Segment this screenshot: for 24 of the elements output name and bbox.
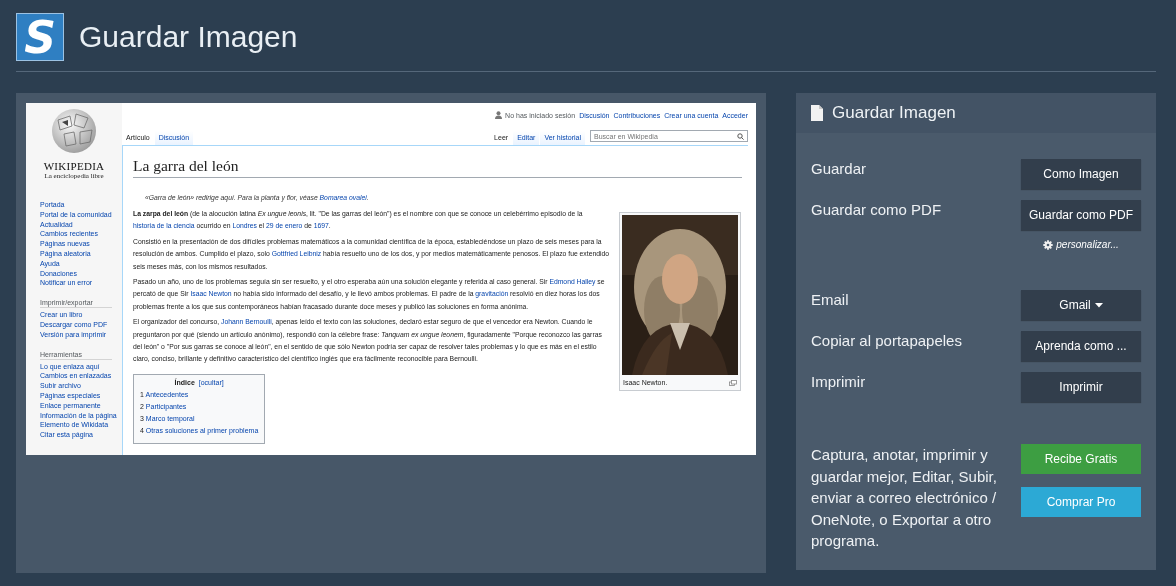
article-title: La garra del león [133, 157, 742, 178]
action-button[interactable]: Imprimir [1021, 372, 1141, 402]
option-label: Guardar [811, 159, 867, 177]
action-button[interactable]: Guardar como PDF [1021, 200, 1141, 230]
option-label: Copiar al portapapeles [811, 331, 962, 349]
user-icon [495, 111, 503, 119]
enlarge-icon[interactable] [729, 379, 737, 386]
panel-title: Guardar Imagen [832, 103, 956, 123]
action-button[interactable]: Como Imagen [1021, 159, 1141, 189]
document-icon [811, 105, 823, 121]
action-button[interactable]: Aprenda como ... [1021, 331, 1141, 361]
page-title: Guardar Imagen [79, 20, 298, 54]
globe-logo [50, 108, 98, 154]
action-button[interactable]: Gmail [1021, 290, 1141, 320]
app-logo: S [16, 13, 64, 61]
option-label: Imprimir [811, 372, 866, 390]
option-label: Guardar como PDF [811, 200, 942, 218]
search-icon [737, 132, 744, 140]
customize-link[interactable]: personalizar... [1043, 239, 1119, 250]
option-label: Email [811, 290, 849, 308]
wordmark: WIKIPEDIA [43, 160, 105, 172]
caret-icon [1094, 302, 1103, 308]
promo-text: Captura, anotar, imprimir y guardar mejor, Editar, Subir, enviar a correo electrónico / OneNote, o Exportar a otro programa. [811, 445, 998, 551]
gear-icon [1043, 239, 1054, 250]
